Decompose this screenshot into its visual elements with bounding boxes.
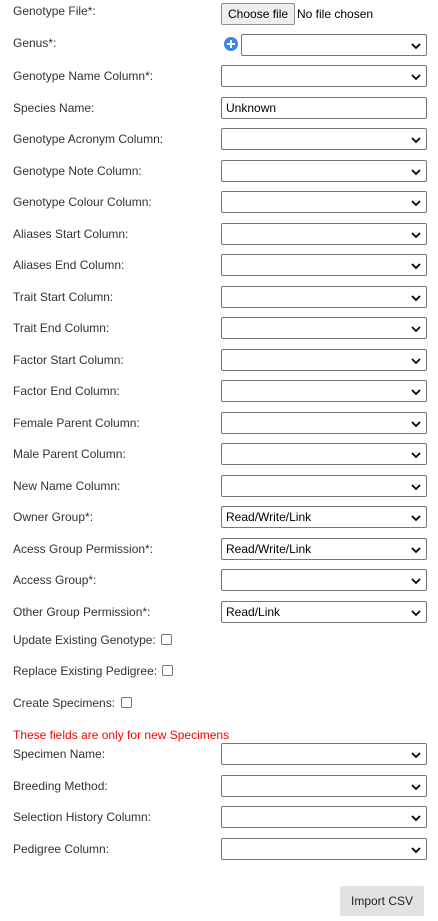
chevron-down-icon	[411, 294, 421, 301]
acess-group-permission-select-value: Read/Write/Link	[226, 541, 312, 556]
chevron-down-icon	[411, 420, 421, 427]
specimen-notice: These fields are only for new Specimens	[13, 728, 230, 742]
chevron-down-icon	[411, 515, 421, 522]
chevron-down-icon	[411, 752, 421, 759]
trait-start-column-label: Trait Start Column:	[13, 289, 114, 304]
chevron-down-icon	[411, 483, 421, 490]
species-name-field[interactable]	[226, 98, 422, 117]
file-status-text: No file chosen	[297, 7, 374, 21]
chevron-down-icon	[411, 357, 421, 364]
update-existing-genotype-label: Update Existing Genotype:	[13, 633, 156, 647]
genotype-acronym-column-select[interactable]	[221, 128, 427, 150]
other-group-permission-select-value: Read/Link	[226, 604, 281, 619]
new-name-column-label: New Name Column:	[13, 478, 121, 493]
chevron-down-icon	[411, 263, 421, 270]
chevron-down-icon	[411, 74, 421, 81]
chevron-down-icon	[411, 389, 421, 396]
species-name-input[interactable]	[221, 96, 427, 119]
factor-start-column-select[interactable]	[221, 348, 427, 371]
choose-file-button[interactable]: Choose file	[221, 3, 296, 25]
acess-group-permission-label: Acess Group Permission*:	[13, 541, 154, 556]
replace-existing-pedigree-label: Replace Existing Pedigree:	[13, 664, 158, 678]
trait-end-column-label: Trait End Column:	[13, 321, 110, 335]
breeding-method-select[interactable]	[221, 774, 427, 797]
owner-group-select[interactable]: Read/Write/Link	[221, 506, 427, 528]
chevron-down-icon	[411, 231, 421, 238]
replace-existing-pedigree-checkbox[interactable]	[162, 665, 173, 676]
file-row: Genotype File*: Choose file No file chos…	[0, 0, 438, 28]
update-existing-genotype-checkbox[interactable]	[161, 634, 172, 645]
breeding-method-label: Breeding Method:	[13, 778, 108, 793]
genotype-name-column-select[interactable]	[221, 65, 427, 87]
access-group-select[interactable]	[221, 569, 427, 591]
specimen-name-select[interactable]	[221, 743, 427, 765]
aliases-end-column-label: Aliases End Column:	[13, 258, 125, 272]
female-parent-column-label: Female Parent Column:	[13, 415, 140, 430]
factor-start-column-label: Factor Start Column:	[13, 352, 124, 367]
chevron-down-icon	[411, 815, 421, 822]
factor-end-column-label: Factor End Column:	[13, 384, 120, 398]
import-csv-button[interactable]: Import CSV	[340, 886, 424, 916]
chevron-down-icon	[411, 168, 421, 175]
chevron-down-icon	[411, 846, 421, 853]
new-name-column-select[interactable]	[221, 474, 427, 497]
chevron-down-icon	[411, 43, 421, 50]
add-genus-icon[interactable]	[224, 37, 238, 51]
genus-label: Genus*:	[13, 36, 57, 50]
chevron-down-icon	[411, 609, 421, 616]
male-parent-column-select[interactable]	[221, 443, 427, 465]
chevron-down-icon	[411, 578, 421, 585]
other-group-permission-label: Other Group Permission*:	[13, 604, 151, 619]
selection-history-column-select[interactable]	[221, 806, 427, 828]
other-group-permission-select[interactable]: Read/Link	[221, 600, 427, 623]
pedigree-column-select[interactable]	[221, 837, 427, 860]
acess-group-permission-select[interactable]: Read/Write/Link	[221, 537, 427, 560]
genus-select[interactable]	[241, 34, 427, 56]
chevron-down-icon	[411, 200, 421, 207]
genotype-colour-column-label: Genotype Colour Column:	[13, 195, 152, 209]
specimen-name-label: Specimen Name:	[13, 747, 106, 761]
owner-group-select-value: Read/Write/Link	[226, 510, 312, 524]
male-parent-column-label: Male Parent Column:	[13, 447, 126, 461]
create-specimens-checkbox[interactable]	[121, 697, 132, 708]
female-parent-column-select[interactable]	[221, 411, 427, 434]
trait-end-column-select[interactable]	[221, 317, 427, 339]
owner-group-label: Owner Group*:	[13, 510, 94, 524]
genotype-acronym-column-label: Genotype Acronym Column:	[13, 132, 164, 146]
selection-history-column-label: Selection History Column:	[13, 810, 152, 824]
aliases-end-column-select[interactable]	[221, 254, 427, 276]
chevron-down-icon	[411, 783, 421, 790]
chevron-down-icon	[411, 137, 421, 144]
species-name-label: Species Name:	[13, 100, 95, 115]
chevron-down-icon	[411, 452, 421, 459]
pedigree-column-label: Pedigree Column:	[13, 841, 110, 856]
chevron-down-icon	[411, 326, 421, 333]
aliases-start-column-label: Aliases Start Column:	[13, 226, 129, 241]
chevron-down-icon	[411, 546, 421, 553]
create-specimens-label: Create Specimens:	[13, 696, 116, 710]
factor-end-column-select[interactable]	[221, 380, 427, 402]
access-group-label: Access Group*:	[13, 573, 97, 587]
genotype-file-label: Genotype File*:	[13, 4, 96, 18]
genotype-colour-column-select[interactable]	[221, 191, 427, 213]
aliases-start-column-select[interactable]	[221, 222, 427, 245]
genotype-note-column-select[interactable]	[221, 159, 427, 182]
trait-start-column-select[interactable]	[221, 285, 427, 308]
genotype-name-column-label: Genotype Name Column*:	[13, 69, 154, 83]
genotype-note-column-label: Genotype Note Column:	[13, 163, 142, 178]
